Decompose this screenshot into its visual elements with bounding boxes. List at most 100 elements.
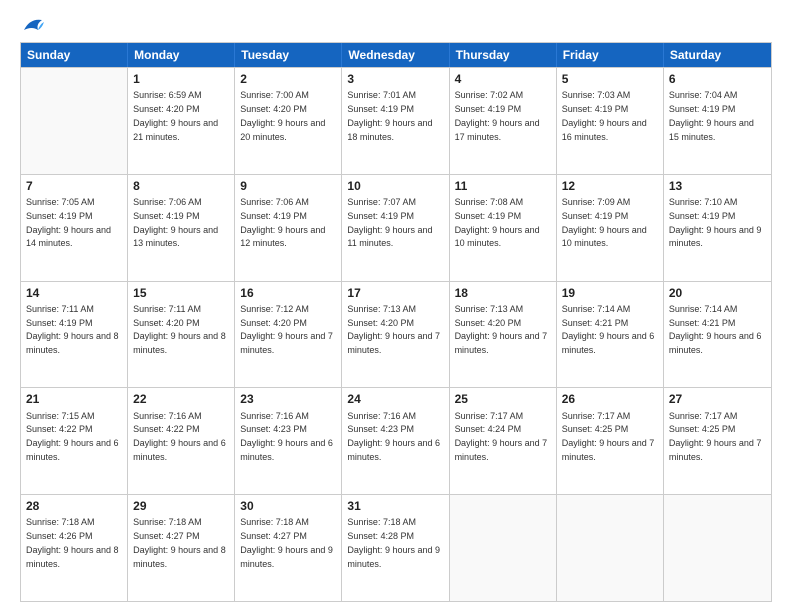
cell-info: Sunrise: 7:14 AMSunset: 4:21 PMDaylight:…	[669, 304, 762, 355]
calendar-header-day: Monday	[128, 43, 235, 67]
day-number: 4	[455, 71, 551, 87]
calendar-cell: 29 Sunrise: 7:18 AMSunset: 4:27 PMDayligh…	[128, 495, 235, 601]
cell-info: Sunrise: 7:06 AMSunset: 4:19 PMDaylight:…	[133, 197, 218, 248]
cell-info: Sunrise: 7:00 AMSunset: 4:20 PMDaylight:…	[240, 90, 325, 141]
day-number: 23	[240, 391, 336, 407]
day-number: 14	[26, 285, 122, 301]
calendar-cell: 24 Sunrise: 7:16 AMSunset: 4:23 PMDayligh…	[342, 388, 449, 494]
calendar-header-day: Friday	[557, 43, 664, 67]
calendar-week-5: 28 Sunrise: 7:18 AMSunset: 4:26 PMDayligh…	[21, 494, 771, 601]
calendar-cell	[21, 68, 128, 174]
cell-info: Sunrise: 7:17 AMSunset: 4:25 PMDaylight:…	[669, 411, 762, 462]
calendar-cell: 18 Sunrise: 7:13 AMSunset: 4:20 PMDayligh…	[450, 282, 557, 388]
day-number: 17	[347, 285, 443, 301]
calendar-cell: 22 Sunrise: 7:16 AMSunset: 4:22 PMDayligh…	[128, 388, 235, 494]
day-number: 28	[26, 498, 122, 514]
calendar-cell: 20 Sunrise: 7:14 AMSunset: 4:21 PMDayligh…	[664, 282, 771, 388]
cell-info: Sunrise: 7:15 AMSunset: 4:22 PMDaylight:…	[26, 411, 119, 462]
calendar-body: 1 Sunrise: 6:59 AMSunset: 4:20 PMDaylight…	[21, 67, 771, 601]
calendar-cell: 16 Sunrise: 7:12 AMSunset: 4:20 PMDayligh…	[235, 282, 342, 388]
cell-info: Sunrise: 7:14 AMSunset: 4:21 PMDaylight:…	[562, 304, 655, 355]
calendar-week-2: 7 Sunrise: 7:05 AMSunset: 4:19 PMDaylight…	[21, 174, 771, 281]
day-number: 16	[240, 285, 336, 301]
cell-info: Sunrise: 7:17 AMSunset: 4:25 PMDaylight:…	[562, 411, 655, 462]
calendar-header-day: Thursday	[450, 43, 557, 67]
cell-info: Sunrise: 7:12 AMSunset: 4:20 PMDaylight:…	[240, 304, 333, 355]
day-number: 5	[562, 71, 658, 87]
calendar-cell: 1 Sunrise: 6:59 AMSunset: 4:20 PMDaylight…	[128, 68, 235, 174]
header	[20, 16, 772, 34]
calendar-cell: 7 Sunrise: 7:05 AMSunset: 4:19 PMDaylight…	[21, 175, 128, 281]
day-number: 8	[133, 178, 229, 194]
calendar-cell	[450, 495, 557, 601]
logo-bird-icon	[22, 16, 44, 34]
day-number: 25	[455, 391, 551, 407]
day-number: 10	[347, 178, 443, 194]
calendar-cell: 13 Sunrise: 7:10 AMSunset: 4:19 PMDayligh…	[664, 175, 771, 281]
day-number: 21	[26, 391, 122, 407]
calendar-week-4: 21 Sunrise: 7:15 AMSunset: 4:22 PMDayligh…	[21, 387, 771, 494]
calendar-header-day: Tuesday	[235, 43, 342, 67]
calendar-cell: 11Sunrise: 7:08 AMSunset: 4:19 PMDayligh…	[450, 175, 557, 281]
logo	[20, 16, 44, 34]
calendar-header-day: Sunday	[21, 43, 128, 67]
calendar-cell: 23Sunrise: 7:16 AMSunset: 4:23 PMDayligh…	[235, 388, 342, 494]
cell-info: Sunrise: 7:18 AMSunset: 4:27 PMDaylight:…	[133, 517, 226, 568]
cell-info: Sunrise: 7:01 AMSunset: 4:19 PMDaylight:…	[347, 90, 432, 141]
cell-info: Sunrise: 7:13 AMSunset: 4:20 PMDaylight:…	[455, 304, 548, 355]
calendar-cell: 6Sunrise: 7:04 AMSunset: 4:19 PMDaylight…	[664, 68, 771, 174]
day-number: 11	[455, 178, 551, 194]
day-number: 26	[562, 391, 658, 407]
calendar-cell: 21 Sunrise: 7:15 AMSunset: 4:22 PMDayligh…	[21, 388, 128, 494]
calendar-cell: 9 Sunrise: 7:06 AMSunset: 4:19 PMDaylight…	[235, 175, 342, 281]
cell-info: Sunrise: 7:18 AMSunset: 4:28 PMDaylight:…	[347, 517, 440, 568]
day-number: 30	[240, 498, 336, 514]
day-number: 24	[347, 391, 443, 407]
calendar-cell	[664, 495, 771, 601]
cell-info: Sunrise: 7:13 AMSunset: 4:20 PMDaylight:…	[347, 304, 440, 355]
calendar-cell: 25Sunrise: 7:17 AMSunset: 4:24 PMDayligh…	[450, 388, 557, 494]
cell-info: Sunrise: 6:59 AMSunset: 4:20 PMDaylight:…	[133, 90, 218, 141]
calendar-cell: 28 Sunrise: 7:18 AMSunset: 4:26 PMDayligh…	[21, 495, 128, 601]
calendar-cell: 15 Sunrise: 7:11 AMSunset: 4:20 PMDayligh…	[128, 282, 235, 388]
cell-info: Sunrise: 7:11 AMSunset: 4:20 PMDaylight:…	[133, 304, 226, 355]
calendar-cell: 8 Sunrise: 7:06 AMSunset: 4:19 PMDaylight…	[128, 175, 235, 281]
cell-info: Sunrise: 7:11 AMSunset: 4:19 PMDaylight:…	[26, 304, 119, 355]
day-number: 1	[133, 71, 229, 87]
day-number: 19	[562, 285, 658, 301]
calendar-cell	[557, 495, 664, 601]
calendar-header-day: Wednesday	[342, 43, 449, 67]
cell-info: Sunrise: 7:18 AMSunset: 4:27 PMDaylight:…	[240, 517, 333, 568]
day-number: 31	[347, 498, 443, 514]
page: SundayMondayTuesdayWednesdayThursdayFrid…	[0, 0, 792, 612]
calendar-cell: 10Sunrise: 7:07 AMSunset: 4:19 PMDayligh…	[342, 175, 449, 281]
calendar-cell: 5 Sunrise: 7:03 AMSunset: 4:19 PMDaylight…	[557, 68, 664, 174]
calendar-cell: 4Sunrise: 7:02 AMSunset: 4:19 PMDaylight…	[450, 68, 557, 174]
day-number: 20	[669, 285, 766, 301]
day-number: 13	[669, 178, 766, 194]
day-number: 27	[669, 391, 766, 407]
day-number: 18	[455, 285, 551, 301]
calendar-cell: 3Sunrise: 7:01 AMSunset: 4:19 PMDaylight…	[342, 68, 449, 174]
calendar-header: SundayMondayTuesdayWednesdayThursdayFrid…	[21, 43, 771, 67]
day-number: 15	[133, 285, 229, 301]
day-number: 29	[133, 498, 229, 514]
cell-info: Sunrise: 7:05 AMSunset: 4:19 PMDaylight:…	[26, 197, 111, 248]
cell-info: Sunrise: 7:18 AMSunset: 4:26 PMDaylight:…	[26, 517, 119, 568]
cell-info: Sunrise: 7:09 AMSunset: 4:19 PMDaylight:…	[562, 197, 647, 248]
calendar-cell: 17 Sunrise: 7:13 AMSunset: 4:20 PMDayligh…	[342, 282, 449, 388]
cell-info: Sunrise: 7:06 AMSunset: 4:19 PMDaylight:…	[240, 197, 325, 248]
day-number: 22	[133, 391, 229, 407]
day-number: 2	[240, 71, 336, 87]
calendar-cell: 2 Sunrise: 7:00 AMSunset: 4:20 PMDaylight…	[235, 68, 342, 174]
calendar-week-3: 14 Sunrise: 7:11 AMSunset: 4:19 PMDayligh…	[21, 281, 771, 388]
calendar-cell: 12Sunrise: 7:09 AMSunset: 4:19 PMDayligh…	[557, 175, 664, 281]
calendar-cell: 30 Sunrise: 7:18 AMSunset: 4:27 PMDayligh…	[235, 495, 342, 601]
day-number: 7	[26, 178, 122, 194]
calendar-cell: 26 Sunrise: 7:17 AMSunset: 4:25 PMDayligh…	[557, 388, 664, 494]
day-number: 9	[240, 178, 336, 194]
cell-info: Sunrise: 7:03 AMSunset: 4:19 PMDaylight:…	[562, 90, 647, 141]
cell-info: Sunrise: 7:10 AMSunset: 4:19 PMDaylight:…	[669, 197, 762, 248]
cell-info: Sunrise: 7:16 AMSunset: 4:22 PMDaylight:…	[133, 411, 226, 462]
cell-info: Sunrise: 7:16 AMSunset: 4:23 PMDaylight:…	[347, 411, 440, 462]
